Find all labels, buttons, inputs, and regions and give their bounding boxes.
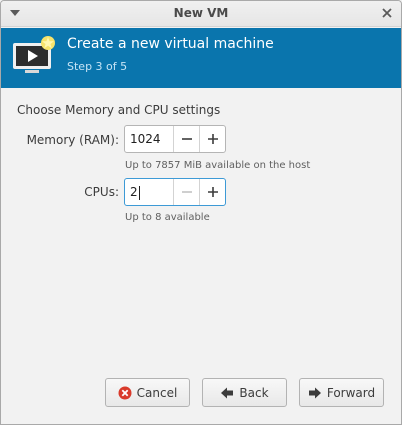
text-caret [138, 185, 140, 200]
virtual-machine-new-icon [13, 36, 55, 73]
cancel-button[interactable]: Cancel [105, 378, 190, 407]
cpus-spinner: 2 [124, 178, 226, 206]
cpus-hint: Up to 8 available [125, 212, 210, 223]
cpus-label: CPUs: [84, 185, 119, 199]
cpus-decrement-button[interactable] [173, 179, 199, 205]
wizard-step: Step 3 of 5 [67, 60, 128, 73]
back-label: Back [239, 385, 269, 400]
close-icon [382, 8, 392, 18]
cancel-label: Cancel [136, 385, 178, 400]
cpus-input[interactable]: 2 [125, 179, 173, 205]
memory-hint: Up to 7857 MiB available on the host [125, 160, 311, 171]
forward-label: Forward [326, 385, 376, 400]
titlebar: New VM [1, 1, 401, 27]
cancel-icon [118, 386, 132, 400]
new-vm-window: New VM Create a new virtual machine Step… [0, 0, 402, 425]
back-button[interactable]: Back [202, 378, 287, 407]
memory-label: Memory (RAM): [26, 133, 119, 147]
section-title: Choose Memory and CPU settings [17, 103, 221, 117]
cpus-value: 2 [130, 185, 138, 199]
arrow-right-icon [308, 386, 322, 400]
window-close-button[interactable] [379, 5, 395, 21]
cpus-increment-button[interactable] [199, 179, 225, 205]
plus-icon [207, 187, 218, 197]
minus-icon [181, 191, 192, 193]
memory-input[interactable]: 1024 [125, 126, 173, 152]
wizard-banner: Create a new virtual machine Step 3 of 5 [1, 28, 401, 88]
minus-icon [181, 138, 192, 140]
arrow-left-icon [220, 386, 234, 400]
memory-increment-button[interactable] [199, 126, 225, 152]
window-title: New VM [173, 6, 229, 20]
memory-spinner: 1024 [124, 125, 226, 153]
forward-button[interactable]: Forward [299, 378, 384, 407]
memory-decrement-button[interactable] [173, 126, 199, 152]
plus-icon [207, 134, 218, 144]
wizard-heading: Create a new virtual machine [67, 36, 274, 52]
